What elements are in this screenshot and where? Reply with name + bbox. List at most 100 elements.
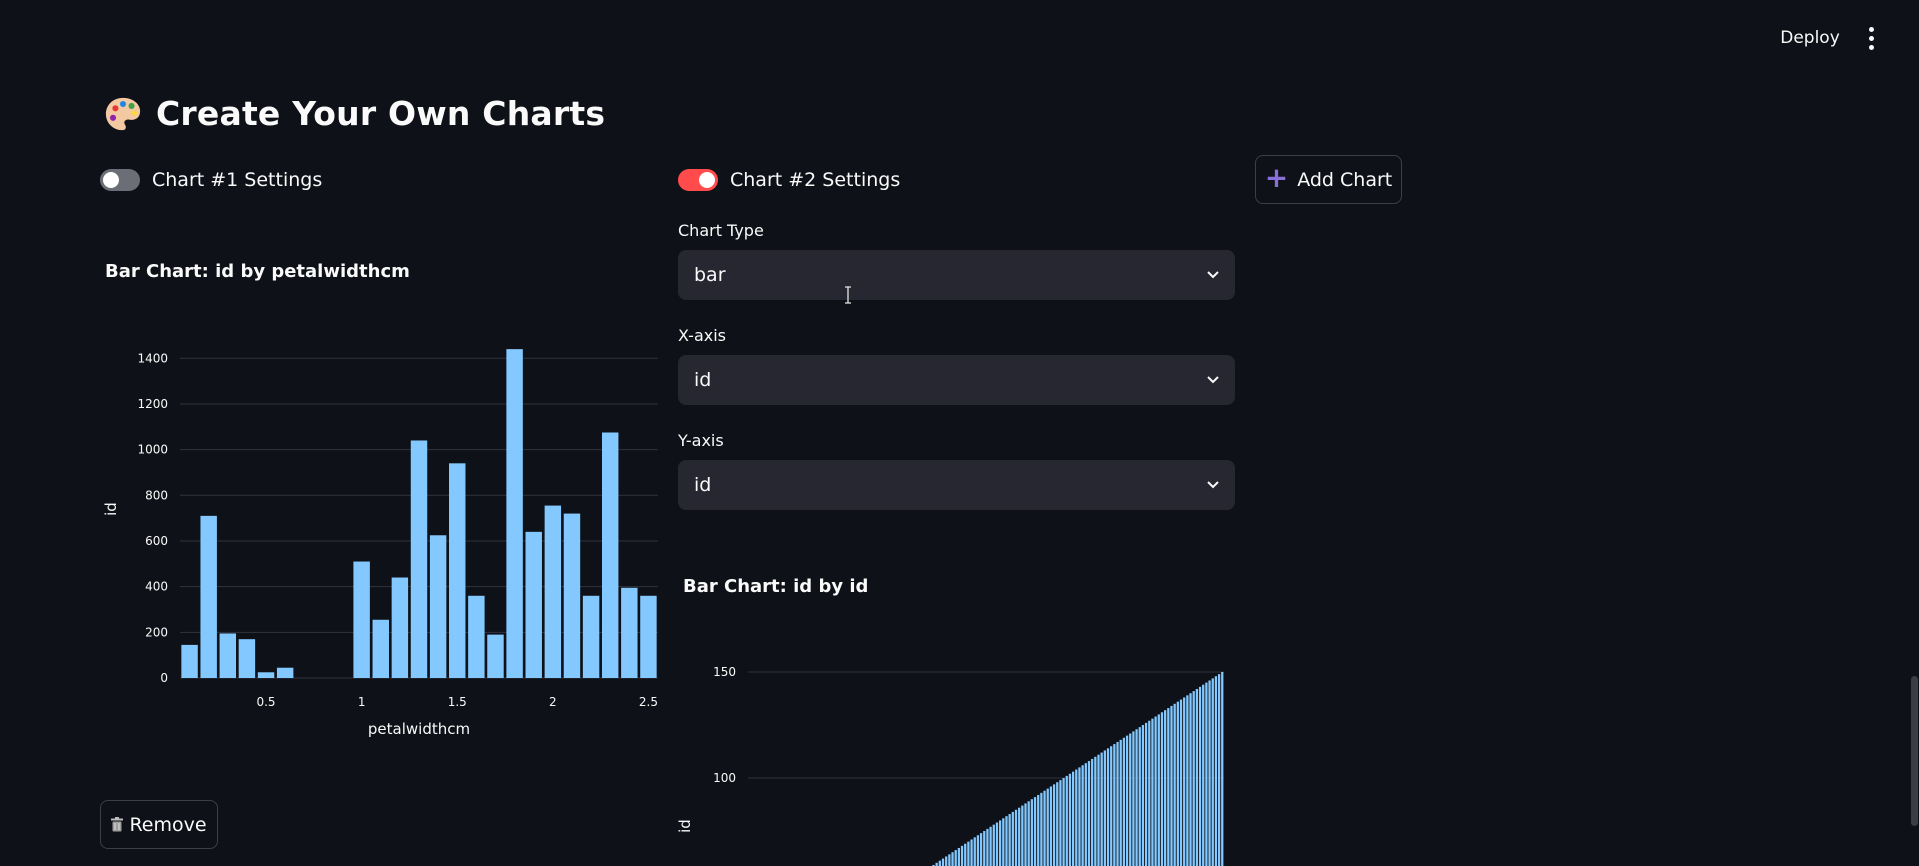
bar	[238, 639, 256, 678]
bar	[1043, 790, 1046, 866]
bar	[1144, 722, 1148, 866]
bar	[954, 850, 957, 866]
y-tick-label: 1200	[137, 397, 168, 411]
bar	[941, 858, 945, 866]
bar	[995, 822, 999, 866]
bar	[1214, 676, 1218, 866]
y-axis-title: id	[676, 819, 694, 833]
bar	[1179, 699, 1183, 866]
y-tick-label: 100	[713, 771, 736, 785]
bar	[1129, 733, 1132, 866]
chart1-settings-toggle[interactable]: Chart #1 Settings	[100, 169, 322, 191]
bar	[1189, 693, 1192, 866]
bar	[1132, 731, 1135, 866]
bar	[1008, 814, 1011, 866]
bar	[1186, 695, 1189, 866]
y-axis-title: id	[102, 502, 120, 516]
bar	[1151, 718, 1154, 866]
y-axis-select[interactable]: id	[678, 460, 1235, 510]
bar	[1056, 782, 1059, 866]
bar	[506, 349, 523, 678]
x-axis-title: petalwidthcm	[368, 720, 470, 738]
page-header: Create Your Own Charts	[104, 94, 605, 133]
chevron-down-icon	[1207, 481, 1219, 489]
bar	[487, 634, 504, 678]
bar	[200, 515, 217, 678]
bar	[1205, 682, 1208, 866]
bar	[1183, 697, 1186, 866]
chart1-plot: 0 200 400 600 800 1000 1200 1400 0.5 1 1.5 2 2.5 peta…	[102, 349, 658, 738]
bar	[1068, 773, 1072, 866]
bar	[1167, 708, 1170, 866]
bar	[957, 847, 961, 866]
kebab-menu-icon[interactable]	[1860, 24, 1882, 52]
bar	[979, 833, 983, 866]
bar	[986, 828, 989, 866]
bar	[989, 826, 992, 866]
bar	[998, 820, 1002, 866]
bar	[1062, 778, 1065, 866]
bar	[1037, 794, 1040, 866]
y-tick-label: 400	[145, 580, 168, 594]
bar	[951, 852, 954, 866]
bar	[1208, 680, 1211, 866]
bar	[1106, 748, 1110, 866]
bar	[973, 837, 976, 866]
bar	[1087, 761, 1091, 866]
bar	[970, 839, 973, 866]
add-chart-button[interactable]: + Add Chart	[1255, 155, 1402, 204]
y-tick-label: 1400	[137, 351, 168, 365]
bar	[1157, 714, 1160, 866]
bar	[1125, 735, 1129, 866]
bar	[1011, 811, 1014, 866]
chart2-settings-toggle[interactable]: Chart #2 Settings	[678, 169, 900, 191]
toggle-label: Chart #1 Settings	[152, 169, 323, 191]
bar	[1192, 691, 1195, 866]
y-axis-label: Y-axis	[678, 431, 724, 450]
bar	[1176, 701, 1179, 866]
toggle-switch[interactable]	[678, 169, 718, 191]
bar	[1049, 786, 1053, 866]
x-tick-label: 0.5	[256, 695, 275, 709]
bar	[449, 463, 466, 678]
bar	[601, 432, 619, 678]
bar	[1135, 729, 1138, 866]
bar	[640, 595, 657, 678]
chart1-title: Bar Chart: id by petalwidthcm	[105, 261, 410, 282]
bar	[1027, 801, 1030, 866]
bar	[1059, 780, 1062, 866]
bar	[1148, 720, 1151, 866]
bar	[1078, 767, 1081, 866]
bar	[1094, 756, 1097, 866]
chart2-title: Bar Chart: id by id	[683, 576, 869, 597]
bar	[1084, 763, 1087, 866]
scrollbar[interactable]	[1911, 676, 1918, 826]
bar	[1081, 765, 1084, 866]
bar	[960, 845, 964, 866]
bar	[1052, 784, 1056, 866]
y-tick-label: 600	[145, 534, 168, 548]
x-tick-label: 2	[549, 695, 557, 709]
bar	[1014, 809, 1018, 866]
bar	[1211, 678, 1214, 866]
bar	[582, 595, 600, 678]
toggle-switch[interactable]	[100, 169, 140, 191]
bar	[1021, 805, 1024, 866]
deploy-button[interactable]: Deploy	[1772, 24, 1848, 52]
bar	[525, 531, 542, 678]
bar	[1075, 769, 1078, 866]
chart-type-select[interactable]: bar	[678, 250, 1235, 300]
x-tick-label: 2.5	[639, 695, 658, 709]
bar	[1170, 705, 1173, 866]
x-tick-label: 1	[358, 695, 366, 709]
bar	[976, 835, 980, 866]
bar	[983, 831, 986, 866]
chart2-plot: 100 150 id	[676, 665, 1224, 866]
bar	[391, 577, 409, 678]
bar	[1113, 744, 1116, 866]
y-tick-label: 150	[713, 665, 736, 679]
x-axis-select[interactable]: id	[678, 355, 1235, 405]
bar	[544, 505, 562, 678]
bar	[353, 561, 370, 678]
remove-button[interactable]: Remove	[100, 800, 218, 849]
